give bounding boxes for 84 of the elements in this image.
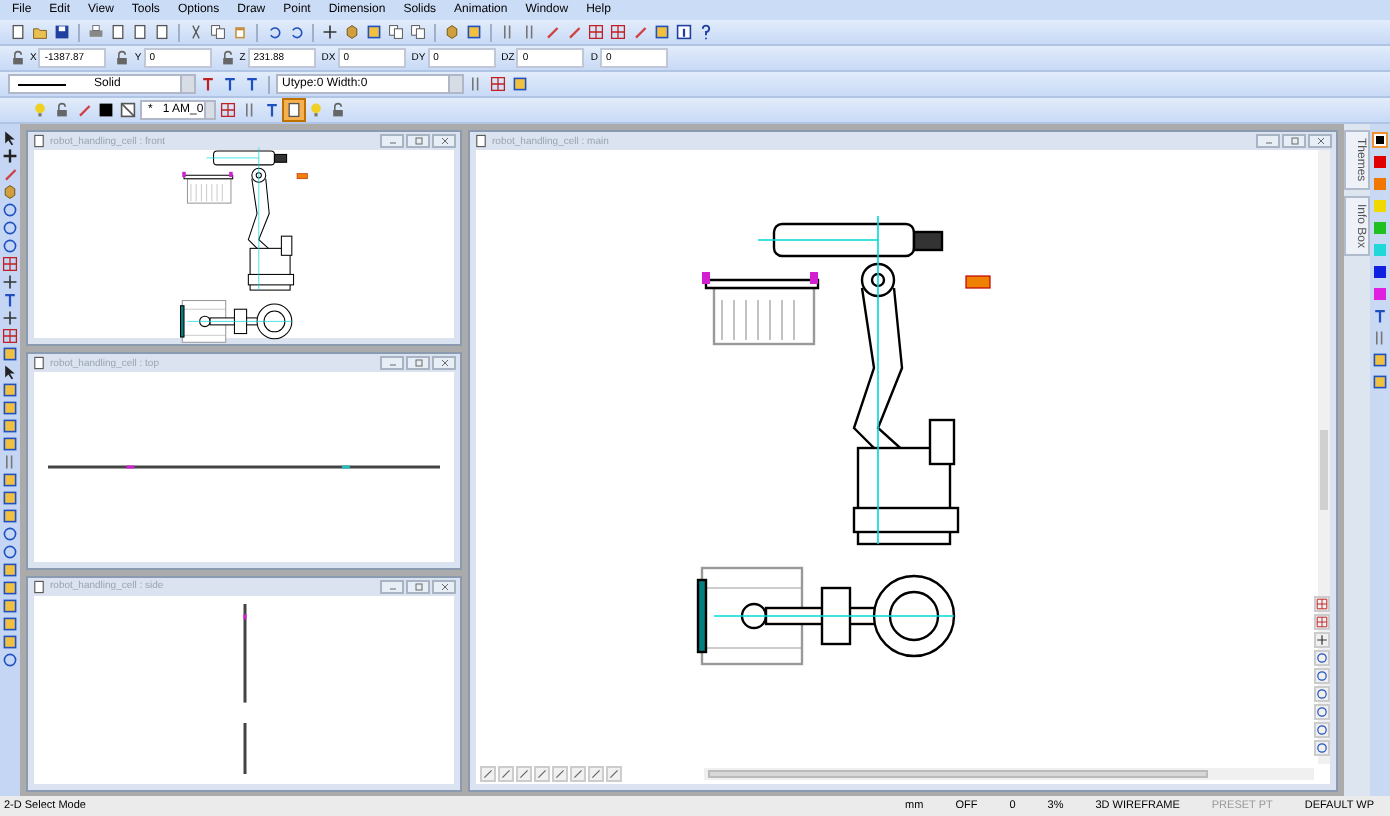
- grid-icon[interactable]: [1314, 596, 1330, 612]
- crosshair-icon[interactable]: [320, 22, 340, 42]
- box-icon[interactable]: [2, 580, 18, 596]
- lock-icon[interactable]: [8, 48, 28, 68]
- grid-icon[interactable]: [2, 256, 18, 272]
- close-icon[interactable]: [1315, 136, 1325, 146]
- circle-icon[interactable]: [2, 652, 18, 668]
- lock-icon[interactable]: [52, 100, 72, 120]
- text-icon[interactable]: [262, 100, 282, 120]
- close-button[interactable]: [432, 579, 456, 594]
- box-icon[interactable]: [2, 472, 18, 488]
- new-file-icon[interactable]: [8, 22, 28, 42]
- color-swatch[interactable]: [1372, 286, 1388, 302]
- circle-icon[interactable]: [2, 202, 18, 218]
- grid-icon[interactable]: [2, 328, 18, 344]
- color-swatch[interactable]: [1372, 154, 1388, 170]
- box-icon[interactable]: [2, 400, 18, 416]
- cube-icon[interactable]: [2, 184, 18, 200]
- font-icon[interactable]: [198, 74, 218, 94]
- circle-icon[interactable]: [2, 526, 18, 542]
- box-icon[interactable]: [2, 634, 18, 650]
- text-icon[interactable]: [242, 74, 262, 94]
- close-button[interactable]: [1308, 134, 1332, 148]
- lock-icon[interactable]: [112, 48, 133, 68]
- copy-icon[interactable]: [208, 22, 228, 42]
- box-icon[interactable]: [1372, 352, 1388, 368]
- cross-icon[interactable]: [2, 310, 18, 326]
- page-icon[interactable]: [284, 100, 304, 120]
- bars-icon[interactable]: [2, 454, 18, 470]
- bars-icon[interactable]: [1372, 330, 1388, 346]
- box-icon[interactable]: [2, 418, 18, 434]
- redo-icon[interactable]: [286, 22, 306, 42]
- box-icon[interactable]: [2, 346, 18, 362]
- maximize-icon[interactable]: [413, 358, 423, 369]
- color-swatch-icon[interactable]: [96, 100, 116, 120]
- color-swatch[interactable]: [1372, 264, 1388, 280]
- close-icon[interactable]: [439, 581, 449, 592]
- color-swatch[interactable]: [1372, 220, 1388, 236]
- maximize-icon[interactable]: [1289, 136, 1299, 146]
- box-icon[interactable]: [2, 598, 18, 614]
- color-swatch[interactable]: [1372, 176, 1388, 192]
- circle-icon[interactable]: [2, 220, 18, 236]
- box-icon[interactable]: [2, 490, 18, 506]
- horizontal-scrollbar[interactable]: [704, 768, 1314, 780]
- cross-icon[interactable]: [2, 274, 18, 290]
- save-icon[interactable]: [52, 22, 72, 42]
- box-icon[interactable]: [2, 382, 18, 398]
- document-icon[interactable]: [32, 579, 46, 594]
- document-icon[interactable]: [32, 356, 46, 371]
- pointer-icon[interactable]: [2, 130, 18, 146]
- circle-icon[interactable]: [2, 544, 18, 560]
- maximize-icon[interactable]: [413, 581, 423, 592]
- box-icon[interactable]: [2, 436, 18, 452]
- box-icon[interactable]: [2, 616, 18, 632]
- color-swatch[interactable]: [1372, 242, 1388, 258]
- undo-icon[interactable]: [264, 22, 284, 42]
- grid-icon[interactable]: [1314, 614, 1330, 630]
- clipboard-icon[interactable]: [230, 22, 250, 42]
- grid-icon[interactable]: [608, 22, 628, 42]
- move-icon[interactable]: [2, 148, 18, 164]
- drawing-canvas[interactable]: [34, 150, 454, 339]
- cross-icon[interactable]: [1314, 632, 1330, 648]
- info-icon[interactable]: [674, 22, 694, 42]
- box-icon[interactable]: [1372, 374, 1388, 390]
- color-swatch[interactable]: [1372, 132, 1388, 148]
- text-icon[interactable]: [1372, 308, 1388, 324]
- line-weight-icon[interactable]: [118, 100, 138, 120]
- close-button[interactable]: [432, 134, 456, 148]
- circle-icon[interactable]: [2, 238, 18, 254]
- close-icon[interactable]: [439, 358, 449, 369]
- document-icon[interactable]: [32, 134, 46, 148]
- close-icon[interactable]: [439, 136, 449, 146]
- text-icon[interactable]: [2, 292, 18, 308]
- pointer-icon[interactable]: [2, 364, 18, 380]
- grid-icon[interactable]: [586, 22, 606, 42]
- document-icon[interactable]: [474, 134, 488, 148]
- color-swatch[interactable]: [1372, 198, 1388, 214]
- lock-icon[interactable]: [328, 100, 348, 120]
- printer-icon[interactable]: [86, 22, 106, 42]
- lock-icon[interactable]: [217, 48, 238, 68]
- maximize-icon[interactable]: [413, 136, 423, 146]
- box-icon[interactable]: [2, 562, 18, 578]
- box-icon[interactable]: [2, 508, 18, 524]
- close-button[interactable]: [432, 356, 456, 371]
